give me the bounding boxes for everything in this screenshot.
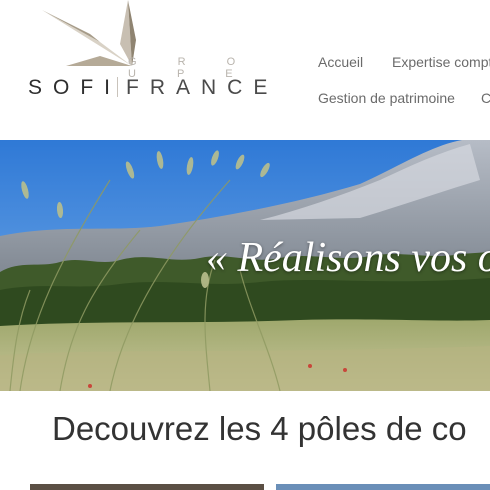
hero-banner: « Réalisons vos o <box>0 140 490 391</box>
logo-name-france: FRANCE <box>126 76 279 99</box>
site-header: G R O U P E SOFI FRANCE Accueil Expertise… <box>0 0 490 140</box>
logo-name-sofi: SOFI <box>28 76 122 99</box>
pole-thumbnail-1[interactable] <box>30 484 264 490</box>
poles-thumbnails <box>0 484 490 490</box>
logo-divider <box>117 77 119 97</box>
main-nav: Accueil Expertise compt Gestion de patri… <box>318 0 490 140</box>
pole-thumbnail-2[interactable] <box>276 484 490 490</box>
sofifrance-logo[interactable]: G R O U P E SOFI FRANCE <box>28 0 288 110</box>
hero-slogan: « Réalisons vos o <box>206 235 490 281</box>
nav-gestion-patrimoine[interactable]: Gestion de patrimoine <box>318 90 455 106</box>
logo-name: SOFI FRANCE <box>28 76 278 100</box>
nav-accueil[interactable]: Accueil <box>318 54 363 70</box>
nav-expertise-comptable[interactable]: Expertise compt <box>392 54 490 70</box>
nav-item-4[interactable]: C <box>481 90 490 106</box>
section-title: Decouvrez les 4 pôles de co <box>52 410 467 447</box>
